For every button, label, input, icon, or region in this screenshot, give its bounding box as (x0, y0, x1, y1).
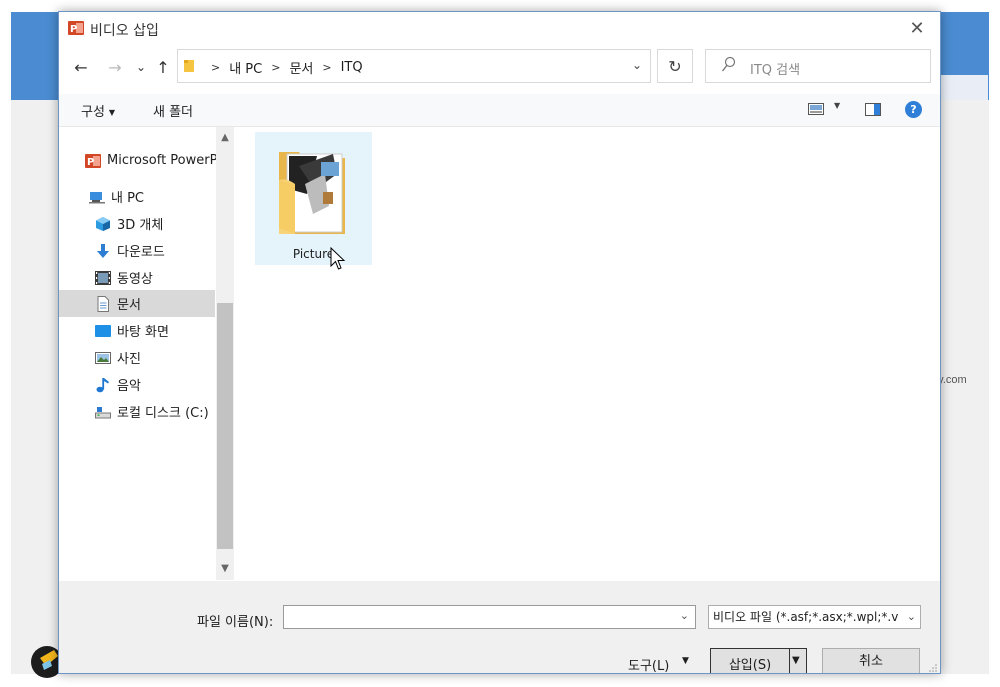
filetype-value: 비디오 파일 (*.asf;*.asx;*.wpl;*.v (713, 610, 899, 624)
scroll-down-button[interactable]: ▼ (216, 558, 234, 580)
close-button[interactable]: ✕ (894, 12, 940, 45)
sidebar-item-documents[interactable]: 문서 (59, 290, 215, 317)
drive-icon (95, 406, 111, 418)
sidebar-item-desktop[interactable]: 바탕 화면 (95, 317, 235, 344)
resize-grip-icon[interactable] (928, 663, 938, 673)
3d-objects-icon (96, 216, 110, 231)
breadcrumb-item-pc[interactable]: 내 PC (229, 58, 262, 77)
filename-dropdown-button[interactable]: ⌄ (680, 609, 689, 622)
new-folder-button[interactable]: 새 폴더 (153, 101, 193, 120)
sidebar-item-label: 3D 개체 (117, 218, 164, 233)
address-dropdown-button[interactable]: ⌄ (632, 58, 642, 72)
breadcrumb-separator: > (271, 61, 281, 74)
file-list: Picture (236, 127, 940, 580)
folder-item-picture[interactable]: Picture (255, 132, 372, 270)
document-icon (97, 295, 109, 312)
insert-options-dropdown[interactable]: ▼ (792, 655, 800, 666)
back-button[interactable]: ← (71, 58, 91, 77)
tools-button[interactable]: 도구(L) (628, 655, 669, 673)
up-button[interactable]: ↑ (153, 58, 173, 77)
sidebar-item-label: 바탕 화면 (117, 325, 169, 340)
background-strip (940, 75, 988, 100)
sidebar-item-label: 다운로드 (117, 245, 165, 260)
sidebar-item-powerpoint[interactable]: P Microsoft PowerP (85, 147, 235, 174)
address-bar[interactable]: > 내 PC > 문서 > ITQ ⌄ (177, 49, 651, 83)
change-view-icon[interactable] (808, 103, 824, 115)
help-icon[interactable]: ? (905, 101, 922, 118)
insert-button[interactable]: 삽입(S) ▼ (710, 648, 807, 673)
folder-name: Picture (292, 247, 335, 261)
organize-button[interactable]: 구성 ▼ (81, 101, 115, 120)
dialog-title: 비디오 삽입 (90, 23, 159, 39)
breadcrumb-separator: > (211, 61, 221, 74)
sidebar-item-downloads[interactable]: 다운로드 (95, 237, 235, 264)
mouse-cursor-icon (330, 247, 346, 270)
breadcrumb-separator: > (322, 61, 332, 74)
insert-video-dialog: P 비디오 삽입 ✕ ← → ⌄ ↑ > 내 PC > 문서 > ITQ ⌄ ↻… (58, 11, 941, 674)
breadcrumb: > 내 PC > 문서 > ITQ (202, 58, 363, 77)
split-divider (789, 649, 790, 673)
sidebar-item-label: 로컬 디스크 (C:) (117, 406, 209, 421)
scroll-up-button[interactable]: ▲ (216, 127, 234, 149)
sidebar-item-label: Microsoft PowerP (107, 153, 218, 168)
cancel-button[interactable]: 취소 (822, 648, 920, 673)
preview-pane-icon[interactable] (865, 103, 881, 116)
search-placeholder: ITQ 검색 (750, 63, 801, 78)
tools-dropdown-icon[interactable]: ▼ (682, 656, 689, 666)
desktop-icon (95, 324, 111, 337)
navigation-pane: P Microsoft PowerP 내 PC 3D 개체 다운로드 동영상 문… (59, 127, 235, 580)
music-icon (96, 377, 109, 392)
refresh-icon: ↻ (668, 56, 682, 76)
breadcrumb-item-documents[interactable]: 문서 (289, 58, 313, 77)
powerpoint-icon: P (68, 21, 84, 35)
navigation-pane-scrollbar[interactable]: ▲ ▼ (216, 127, 234, 580)
insert-label: 삽입(S) (728, 658, 772, 673)
sidebar-item-music[interactable]: 음악 (95, 371, 235, 398)
filename-label: 파일 이름(N): (197, 615, 274, 630)
sidebar-item-local-disk[interactable]: 로컬 디스크 (C:) (95, 398, 235, 425)
command-toolbar: 구성 ▼ 새 폴더 ▼ ? (59, 94, 940, 127)
dialog-footer: 파일 이름(N): ⌄ 비디오 파일 (*.asf;*.asx;*.wpl;*.… (59, 581, 940, 673)
sidebar-item-label: 음악 (117, 379, 141, 394)
folder-icon (279, 152, 345, 234)
sidebar-item-videos[interactable]: 동영상 (95, 264, 235, 291)
view-options-dropdown[interactable]: ▼ (834, 101, 840, 110)
chevron-down-icon: ▼ (108, 108, 116, 117)
search-box[interactable]: ITQ 검색 (705, 49, 931, 83)
filetype-select[interactable]: 비디오 파일 (*.asf;*.asx;*.wpl;*.v ⌄ (708, 605, 921, 629)
video-icon (95, 270, 111, 285)
organize-label: 구성 (81, 105, 105, 120)
title-bar: P 비디오 삽입 ✕ (59, 12, 940, 45)
filename-input[interactable]: ⌄ (283, 605, 696, 629)
recent-locations-button[interactable]: ⌄ (131, 60, 151, 74)
svg-text:P: P (87, 157, 94, 168)
folder-icon (184, 60, 194, 72)
pc-icon (89, 191, 105, 203)
search-icon (721, 56, 736, 72)
sidebar-item-label: 내 PC (111, 191, 145, 206)
forward-button[interactable]: → (105, 58, 125, 77)
pictures-icon (95, 351, 111, 364)
refresh-button[interactable]: ↻ (657, 49, 693, 83)
sidebar-item-pictures[interactable]: 사진 (95, 344, 235, 371)
close-icon: ✕ (909, 18, 925, 39)
sidebar-item-label: 사진 (117, 352, 141, 367)
chevron-down-icon: ⌄ (904, 606, 916, 628)
scroll-thumb[interactable] (217, 303, 233, 549)
breadcrumb-item-itq[interactable]: ITQ (341, 60, 363, 75)
sidebar-item-this-pc[interactable]: 내 PC (89, 183, 235, 210)
svg-text:P: P (70, 24, 77, 35)
download-icon (97, 243, 109, 258)
sidebar-item-label: 동영상 (117, 272, 153, 287)
sidebar-item-label: 문서 (117, 298, 141, 313)
sidebar-item-3d-objects[interactable]: 3D 개체 (95, 210, 235, 237)
powerpoint-icon: P (85, 153, 101, 168)
